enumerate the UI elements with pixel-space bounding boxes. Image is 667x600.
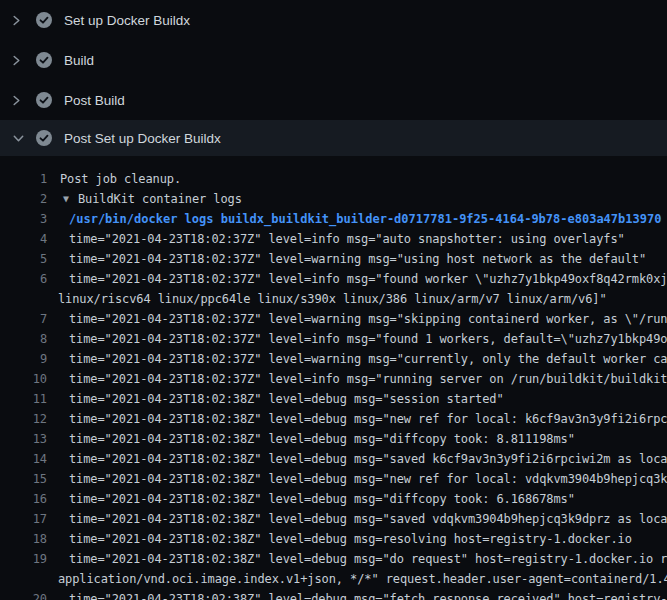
log-text: time="2021-04-23T18:02:38Z" level=debug … [69,429,575,449]
log-line: 12 time="2021-04-23T18:02:38Z" level=debu… [0,409,667,429]
check-circle-icon [36,130,52,146]
log-line: 20 time="2021-04-23T18:02:38Z" level=debu… [0,589,667,600]
chevron-right-icon [12,14,21,27]
log-line: 19 time="2021-04-23T18:02:38Z" level=debu… [0,549,667,569]
status-icon-wrap [36,52,52,68]
log-text: time="2021-04-23T18:02:38Z" level=debug … [69,469,667,489]
log-line: 2 ▼ BuildKit container logs [0,189,667,209]
step-header-set-up-docker-buildx[interactable]: Set up Docker Buildx [0,0,667,40]
line-number[interactable]: 10 [0,369,47,389]
line-number[interactable]: 13 [0,429,47,449]
log-line: 18 time="2021-04-23T18:02:38Z" level=debu… [0,529,667,549]
line-number[interactable]: 20 [0,589,47,600]
log-text: time="2021-04-23T18:02:37Z" level=info m… [69,329,667,349]
line-number[interactable]: 12 [0,409,47,429]
log-line: 6 time="2021-04-23T18:02:37Z" level=info … [0,269,667,289]
log-line: 8 time="2021-04-23T18:02:37Z" level=info … [0,329,667,349]
chevron-right-icon-wrap [12,54,36,67]
log-command-link[interactable]: /usr/bin/docker logs buildx_buildkit_bui… [69,209,661,229]
line-number[interactable]: 5 [0,249,47,269]
line-number[interactable]: 1 [0,169,47,189]
log-text: Post job cleanup. [60,169,181,189]
line-number[interactable]: 2 [0,189,47,209]
log-line: 4 time="2021-04-23T18:02:37Z" level=info … [0,229,667,249]
log-line: 7 time="2021-04-23T18:02:37Z" level=warni… [0,309,667,329]
log-line: linux/riscv64 linux/ppc64le linux/s390x … [0,289,667,309]
log-line: 13 time="2021-04-23T18:02:38Z" level=debu… [0,429,667,449]
step-title: Post Set up Docker Buildx [64,131,221,146]
log-line: application/vnd.oci.image.index.v1+json,… [0,569,667,589]
line-number[interactable]: 17 [0,509,47,529]
chevron-right-icon [12,94,21,107]
log-line: 11 time="2021-04-23T18:02:38Z" level=debu… [0,389,667,409]
step-title: Build [64,53,94,68]
log-group-title[interactable]: BuildKit container logs [78,189,242,209]
log-text: time="2021-04-23T18:02:38Z" level=debug … [69,409,667,429]
line-number[interactable]: 16 [0,489,47,509]
log-line: 15 time="2021-04-23T18:02:38Z" level=debu… [0,469,667,489]
log-line: 16 time="2021-04-23T18:02:38Z" level=debu… [0,489,667,509]
log-text: time="2021-04-23T18:02:37Z" level=info m… [69,269,667,289]
step-header-post-build[interactable]: Post Build [0,80,667,120]
line-number[interactable]: 8 [0,329,47,349]
step-title: Set up Docker Buildx [64,13,190,28]
log-text: time="2021-04-23T18:02:38Z" level=debug … [69,449,667,469]
log-line: 14 time="2021-04-23T18:02:38Z" level=debu… [0,449,667,469]
status-icon-wrap [36,92,52,108]
log-text: time="2021-04-23T18:02:37Z" level=warnin… [69,309,667,329]
line-number[interactable]: 7 [0,309,47,329]
chevron-down-icon-wrap [12,134,36,143]
log-text: time="2021-04-23T18:02:38Z" level=debug … [69,389,504,409]
log-line: 17 time="2021-04-23T18:02:38Z" level=debu… [0,509,667,529]
check-circle-icon [36,52,52,68]
step-header-build[interactable]: Build [0,40,667,80]
log-line: 9 time="2021-04-23T18:02:37Z" level=warni… [0,349,667,369]
check-circle-icon [36,92,52,108]
log-text: time="2021-04-23T18:02:38Z" level=debug … [69,489,575,509]
step-header-post-set-up-docker-buildx[interactable]: Post Set up Docker Buildx [0,120,667,156]
log-line: 1 Post job cleanup. [0,169,667,189]
chevron-right-icon [12,54,21,67]
log-text: time="2021-04-23T18:02:38Z" level=debug … [69,549,667,569]
log-text: time="2021-04-23T18:02:37Z" level=warnin… [69,349,667,369]
status-icon-wrap [36,130,52,146]
log-text: time="2021-04-23T18:02:37Z" level=info m… [69,229,625,249]
line-number[interactable]: 6 [0,269,47,289]
log-line: 10 time="2021-04-23T18:02:37Z" level=info… [0,369,667,389]
line-number[interactable]: 9 [0,349,47,369]
log-text: linux/riscv64 linux/ppc64le linux/s390x … [58,289,607,309]
step-list: Set up Docker Buildx Build Post Build Post … [0,0,667,156]
line-number[interactable]: 11 [0,389,47,409]
log-output: 1 Post job cleanup. 2 ▼ BuildKit container l… [0,156,667,600]
status-icon-wrap [36,12,52,28]
line-number[interactable]: 14 [0,449,47,469]
log-line: 5 time="2021-04-23T18:02:37Z" level=warni… [0,249,667,269]
chevron-right-icon-wrap [12,94,36,107]
chevron-right-icon-wrap [12,14,36,27]
line-number[interactable]: 15 [0,469,47,489]
line-number[interactable]: 19 [0,549,47,569]
log-text: application/vnd.oci.image.index.v1+json,… [58,569,667,589]
step-title: Post Build [64,93,125,108]
actions-log-viewer: { "colors": { "page_bg": "#0a0c10", "exp… [0,0,667,600]
log-text: time="2021-04-23T18:02:38Z" level=debug … [69,529,632,549]
log-text: time="2021-04-23T18:02:37Z" level=warnin… [69,249,646,269]
log-text: time="2021-04-23T18:02:38Z" level=debug … [69,589,667,600]
line-number[interactable]: 3 [0,209,47,229]
line-number[interactable]: 18 [0,529,47,549]
log-line: 3/usr/bin/docker logs buildx_buildkit_bu… [0,209,667,229]
chevron-down-icon [12,134,25,143]
log-text: time="2021-04-23T18:02:38Z" level=debug … [69,509,667,529]
group-collapse-triangle-icon[interactable]: ▼ [63,189,69,209]
log-text: time="2021-04-23T18:02:37Z" level=info m… [69,369,667,389]
line-number[interactable]: 4 [0,229,47,249]
check-circle-icon [36,12,52,28]
